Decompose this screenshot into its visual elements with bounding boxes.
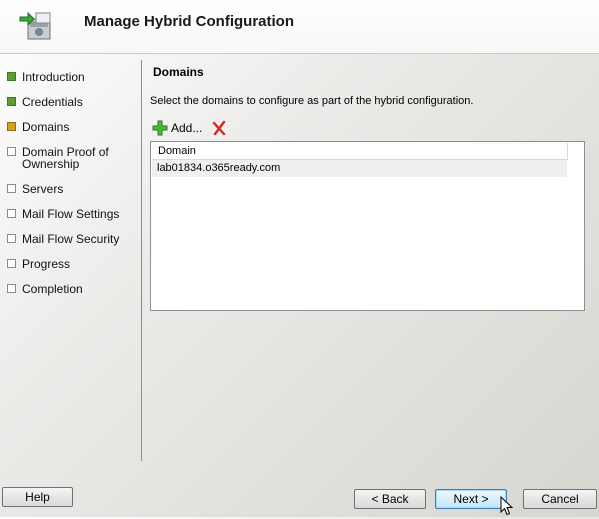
step-pending-indicator	[7, 259, 16, 268]
mouse-pointer-icon	[500, 495, 514, 519]
table-row[interactable]: lab01834.o365ready.com	[152, 160, 567, 177]
step-completed-indicator	[7, 97, 16, 106]
help-button[interactable]: Help	[2, 487, 73, 507]
step-label: Completion	[22, 282, 83, 296]
step-label-line2: Ownership	[22, 157, 80, 171]
section-title: Domains	[153, 65, 204, 79]
step-label: Mail Flow Security	[22, 232, 120, 246]
step-label: Progress	[22, 257, 71, 271]
instructions-text: Select the domains to configure as part …	[150, 95, 474, 107]
domains-list[interactable]: Domain lab01834.o365ready.com	[150, 141, 585, 311]
step-label: Credentials	[22, 95, 83, 109]
step-label: Introduction	[22, 70, 85, 84]
hybrid-configuration-icon	[16, 5, 56, 45]
column-header-label: Domain	[158, 145, 196, 157]
step-label: Domains	[22, 120, 70, 134]
step-pending-indicator	[7, 184, 16, 193]
steps-divider	[141, 60, 142, 461]
step-current-indicator	[7, 122, 16, 131]
green-plus-icon	[152, 120, 168, 136]
domain-cell: lab01834.o365ready.com	[157, 162, 281, 174]
step-pending-indicator	[7, 209, 16, 218]
column-header-domain[interactable]: Domain	[152, 143, 568, 160]
cancel-button[interactable]: Cancel	[523, 489, 597, 509]
remove-domain-button[interactable]	[211, 120, 227, 136]
step-pending-indicator	[7, 147, 16, 156]
back-button[interactable]: < Back	[354, 489, 426, 509]
next-button[interactable]: Next >	[435, 489, 507, 509]
step-completed-indicator	[7, 72, 16, 81]
step-label: Servers	[22, 182, 64, 196]
step-pending-indicator	[7, 234, 16, 243]
red-x-icon	[212, 120, 226, 136]
add-button-label: Add...	[171, 121, 203, 135]
step-pending-indicator	[7, 284, 16, 293]
wizard-title: Manage Hybrid Configuration	[84, 13, 294, 30]
step-label: Mail Flow Settings	[22, 207, 120, 221]
wizard-header: Manage Hybrid Configuration	[0, 0, 599, 54]
